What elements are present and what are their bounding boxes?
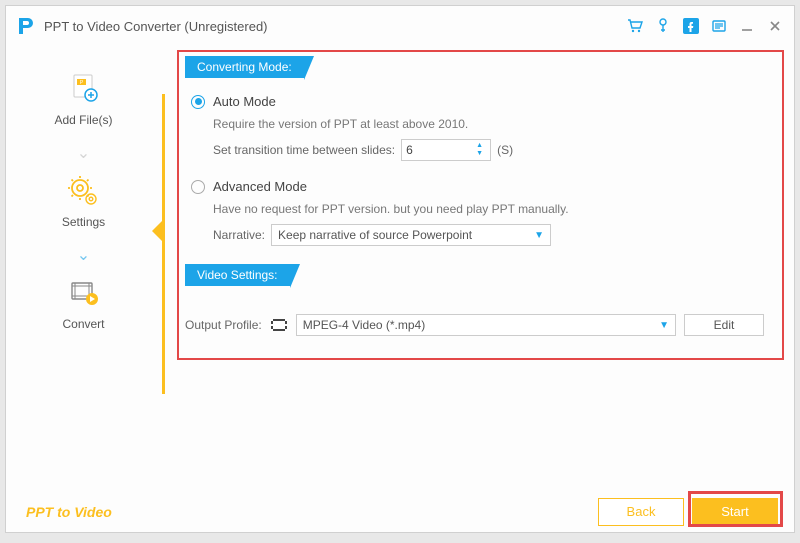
body: P Add File(s) ⌄ Settings ⌄ Convert	[6, 46, 794, 496]
output-value: MPEG-4 Video (*.mp4)	[303, 318, 426, 332]
spinner-up-icon[interactable]: ▲	[476, 142, 486, 150]
spinner-down-icon[interactable]: ▼	[476, 150, 486, 158]
main-panel: Converting Mode: Auto Mode Require the v…	[161, 46, 794, 496]
transition-value: 6	[406, 143, 476, 157]
chevron-down-icon: ⌄	[77, 143, 90, 163]
start-button[interactable]: Start	[692, 498, 778, 526]
chevron-down-icon: ⌄	[77, 245, 90, 265]
transition-time-row: Set transition time between slides: 6 ▲ …	[213, 139, 764, 161]
sidebar-label: Convert	[62, 317, 104, 331]
minimize-icon[interactable]	[738, 17, 756, 35]
radio-auto-mode[interactable]: Auto Mode	[191, 94, 764, 109]
cart-icon[interactable]	[626, 17, 644, 35]
narrative-select[interactable]: Keep narrative of source Powerpoint ▼	[271, 224, 551, 246]
output-label: Output Profile:	[185, 318, 262, 332]
narrative-value: Keep narrative of source Powerpoint	[278, 228, 472, 242]
sidebar-item-add-files[interactable]: P Add File(s)	[54, 71, 112, 127]
titlebar: PPT to Video Converter (Unregistered)	[6, 6, 794, 46]
radio-icon	[191, 180, 205, 194]
transition-spinner[interactable]: 6 ▲ ▼	[401, 139, 491, 161]
transition-label: Set transition time between slides:	[213, 143, 395, 157]
edit-button[interactable]: Edit	[684, 314, 764, 336]
section-converting-mode: Converting Mode:	[185, 56, 304, 78]
footer: PPT to Video Back Start	[6, 492, 794, 532]
settings-gear-icon	[65, 173, 101, 209]
key-icon[interactable]	[654, 17, 672, 35]
close-icon[interactable]	[766, 17, 784, 35]
narrative-row: Narrative: Keep narrative of source Powe…	[213, 224, 764, 246]
radio-label: Auto Mode	[213, 94, 276, 109]
radio-icon	[191, 95, 205, 109]
window-title: PPT to Video Converter (Unregistered)	[44, 19, 268, 34]
film-icon	[270, 318, 288, 332]
sidebar-item-settings[interactable]: Settings	[62, 173, 105, 229]
add-file-icon: P	[65, 71, 101, 107]
sidebar-label: Add File(s)	[54, 113, 112, 127]
output-profile-select[interactable]: MPEG-4 Video (*.mp4) ▼	[296, 314, 676, 336]
sidebar-label: Settings	[62, 215, 105, 229]
app-window: PPT to Video Converter (Unregistered) P …	[5, 5, 795, 533]
dropdown-arrow-icon: ▼	[659, 320, 669, 331]
transition-unit: (S)	[497, 143, 513, 157]
radio-label: Advanced Mode	[213, 179, 307, 194]
sidebar-item-convert[interactable]: Convert	[62, 275, 104, 331]
convert-icon	[66, 275, 102, 311]
sidebar: P Add File(s) ⌄ Settings ⌄ Convert	[6, 46, 161, 496]
output-profile-row: Output Profile: MPEG-4 Video (*.mp4) ▼ E…	[185, 314, 764, 336]
section-video-settings: Video Settings:	[185, 264, 290, 286]
auto-mode-desc: Require the version of PPT at least abov…	[213, 117, 764, 131]
back-button[interactable]: Back	[598, 498, 684, 526]
facebook-icon[interactable]	[682, 17, 700, 35]
narrative-label: Narrative:	[213, 228, 265, 242]
footer-brand: PPT to Video	[26, 504, 112, 520]
app-logo-icon	[16, 16, 36, 36]
dropdown-arrow-icon: ▼	[534, 230, 544, 241]
radio-advanced-mode[interactable]: Advanced Mode	[191, 179, 764, 194]
menu-icon[interactable]	[710, 17, 728, 35]
advanced-mode-desc: Have no request for PPT version. but you…	[213, 202, 764, 216]
